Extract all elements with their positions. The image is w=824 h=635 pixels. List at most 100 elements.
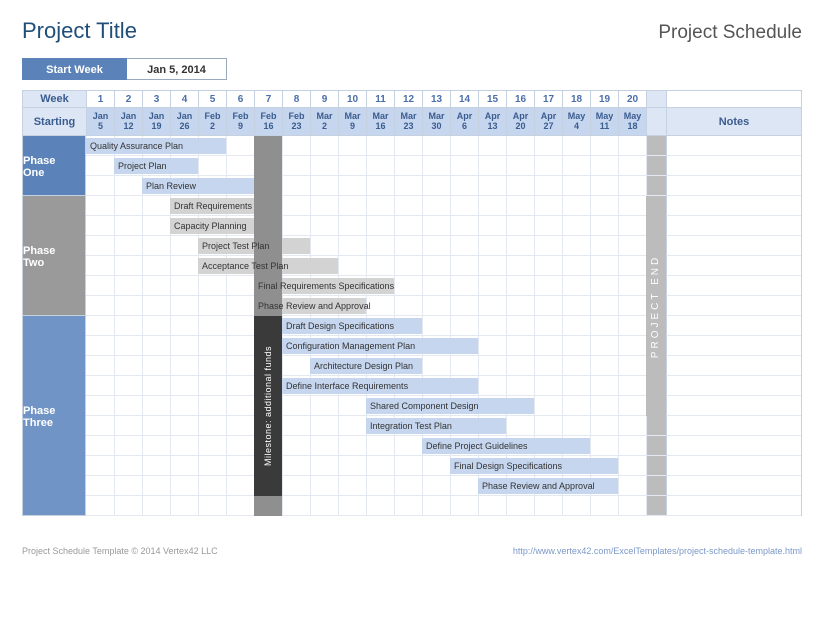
gantt-cell[interactable] xyxy=(170,296,198,316)
gantt-cell[interactable] xyxy=(114,496,142,516)
gantt-cell[interactable] xyxy=(142,356,170,376)
start-week-value[interactable]: Jan 5, 2014 xyxy=(127,58,227,80)
gantt-cell[interactable] xyxy=(142,336,170,356)
gantt-cell[interactable] xyxy=(170,236,198,256)
gantt-cell[interactable] xyxy=(534,176,562,196)
gantt-cell[interactable] xyxy=(422,356,450,376)
gantt-cell[interactable] xyxy=(338,496,366,516)
gantt-cell[interactable] xyxy=(338,436,366,456)
gantt-cell[interactable] xyxy=(170,356,198,376)
gantt-cell[interactable] xyxy=(618,356,646,376)
gantt-cell[interactable] xyxy=(310,136,338,156)
gantt-cell[interactable] xyxy=(282,436,310,456)
gantt-cell[interactable] xyxy=(198,316,226,336)
gantt-cell[interactable] xyxy=(478,496,506,516)
gantt-cell[interactable] xyxy=(310,236,338,256)
gantt-cell[interactable] xyxy=(170,316,198,336)
gantt-cell[interactable] xyxy=(170,496,198,516)
gantt-cell[interactable] xyxy=(590,196,618,216)
gantt-cell[interactable] xyxy=(450,296,478,316)
gantt-cell[interactable] xyxy=(534,356,562,376)
gantt-cell[interactable] xyxy=(114,256,142,276)
notes-cell[interactable] xyxy=(666,156,801,176)
gantt-cell[interactable] xyxy=(618,436,646,456)
gantt-cell[interactable] xyxy=(506,416,534,436)
gantt-cell[interactable] xyxy=(310,196,338,216)
gantt-cell[interactable] xyxy=(394,236,422,256)
gantt-cell[interactable] xyxy=(282,196,310,216)
gantt-cell[interactable] xyxy=(226,476,254,496)
gantt-cell[interactable] xyxy=(618,256,646,276)
gantt-cell[interactable] xyxy=(450,216,478,236)
notes-cell[interactable] xyxy=(666,436,801,456)
gantt-cell[interactable] xyxy=(590,296,618,316)
gantt-cell[interactable] xyxy=(114,216,142,236)
gantt-cell[interactable] xyxy=(534,316,562,336)
gantt-cell[interactable] xyxy=(338,236,366,256)
gantt-cell[interactable] xyxy=(618,396,646,416)
gantt-cell[interactable] xyxy=(170,336,198,356)
gantt-cell[interactable] xyxy=(86,456,114,476)
gantt-cell[interactable] xyxy=(86,316,114,336)
gantt-cell[interactable] xyxy=(506,496,534,516)
gantt-cell[interactable] xyxy=(226,396,254,416)
gantt-cell[interactable] xyxy=(422,496,450,516)
gantt-cell[interactable] xyxy=(338,156,366,176)
gantt-cell[interactable] xyxy=(114,456,142,476)
gantt-cell[interactable] xyxy=(422,316,450,336)
gantt-cell[interactable] xyxy=(114,196,142,216)
gantt-cell[interactable] xyxy=(478,296,506,316)
gantt-cell[interactable] xyxy=(534,496,562,516)
gantt-cell[interactable] xyxy=(478,176,506,196)
notes-cell[interactable] xyxy=(666,396,801,416)
gantt-cell[interactable] xyxy=(198,436,226,456)
gantt-cell[interactable] xyxy=(590,496,618,516)
gantt-cell[interactable] xyxy=(114,316,142,336)
gantt-cell[interactable] xyxy=(450,196,478,216)
gantt-cell[interactable] xyxy=(450,236,478,256)
gantt-cell[interactable] xyxy=(142,456,170,476)
gantt-cell[interactable] xyxy=(534,396,562,416)
notes-cell[interactable] xyxy=(666,416,801,436)
gantt-cell[interactable] xyxy=(450,176,478,196)
gantt-cell[interactable] xyxy=(310,496,338,516)
gantt-cell[interactable] xyxy=(142,496,170,516)
notes-cell[interactable] xyxy=(666,316,801,336)
gantt-cell[interactable] xyxy=(142,436,170,456)
gantt-cell[interactable] xyxy=(506,196,534,216)
gantt-cell[interactable] xyxy=(114,236,142,256)
gantt-cell[interactable] xyxy=(394,256,422,276)
gantt-cell[interactable] xyxy=(590,416,618,436)
gantt-cell[interactable] xyxy=(114,476,142,496)
gantt-cell[interactable] xyxy=(394,436,422,456)
gantt-cell[interactable] xyxy=(618,496,646,516)
gantt-cell[interactable] xyxy=(590,376,618,396)
gantt-cell[interactable] xyxy=(198,336,226,356)
gantt-cell[interactable] xyxy=(534,416,562,436)
gantt-cell[interactable] xyxy=(282,356,310,376)
gantt-cell[interactable] xyxy=(198,296,226,316)
gantt-cell[interactable] xyxy=(310,476,338,496)
gantt-cell[interactable] xyxy=(198,276,226,296)
gantt-cell[interactable] xyxy=(366,136,394,156)
gantt-cell[interactable] xyxy=(618,416,646,436)
gantt-cell[interactable] xyxy=(422,276,450,296)
gantt-cell[interactable] xyxy=(394,476,422,496)
gantt-cell[interactable] xyxy=(198,396,226,416)
gantt-cell[interactable] xyxy=(506,176,534,196)
gantt-cell[interactable] xyxy=(562,236,590,256)
gantt-cell[interactable] xyxy=(562,276,590,296)
gantt-cell[interactable] xyxy=(170,396,198,416)
notes-cell[interactable] xyxy=(666,376,801,396)
gantt-cell[interactable] xyxy=(534,296,562,316)
gantt-cell[interactable] xyxy=(170,436,198,456)
gantt-cell[interactable] xyxy=(590,316,618,336)
gantt-cell[interactable] xyxy=(366,236,394,256)
gantt-cell[interactable] xyxy=(450,496,478,516)
gantt-cell[interactable] xyxy=(282,396,310,416)
gantt-cell[interactable] xyxy=(198,496,226,516)
gantt-cell[interactable] xyxy=(86,276,114,296)
gantt-cell[interactable] xyxy=(562,316,590,336)
gantt-cell[interactable] xyxy=(366,176,394,196)
gantt-cell[interactable] xyxy=(366,436,394,456)
